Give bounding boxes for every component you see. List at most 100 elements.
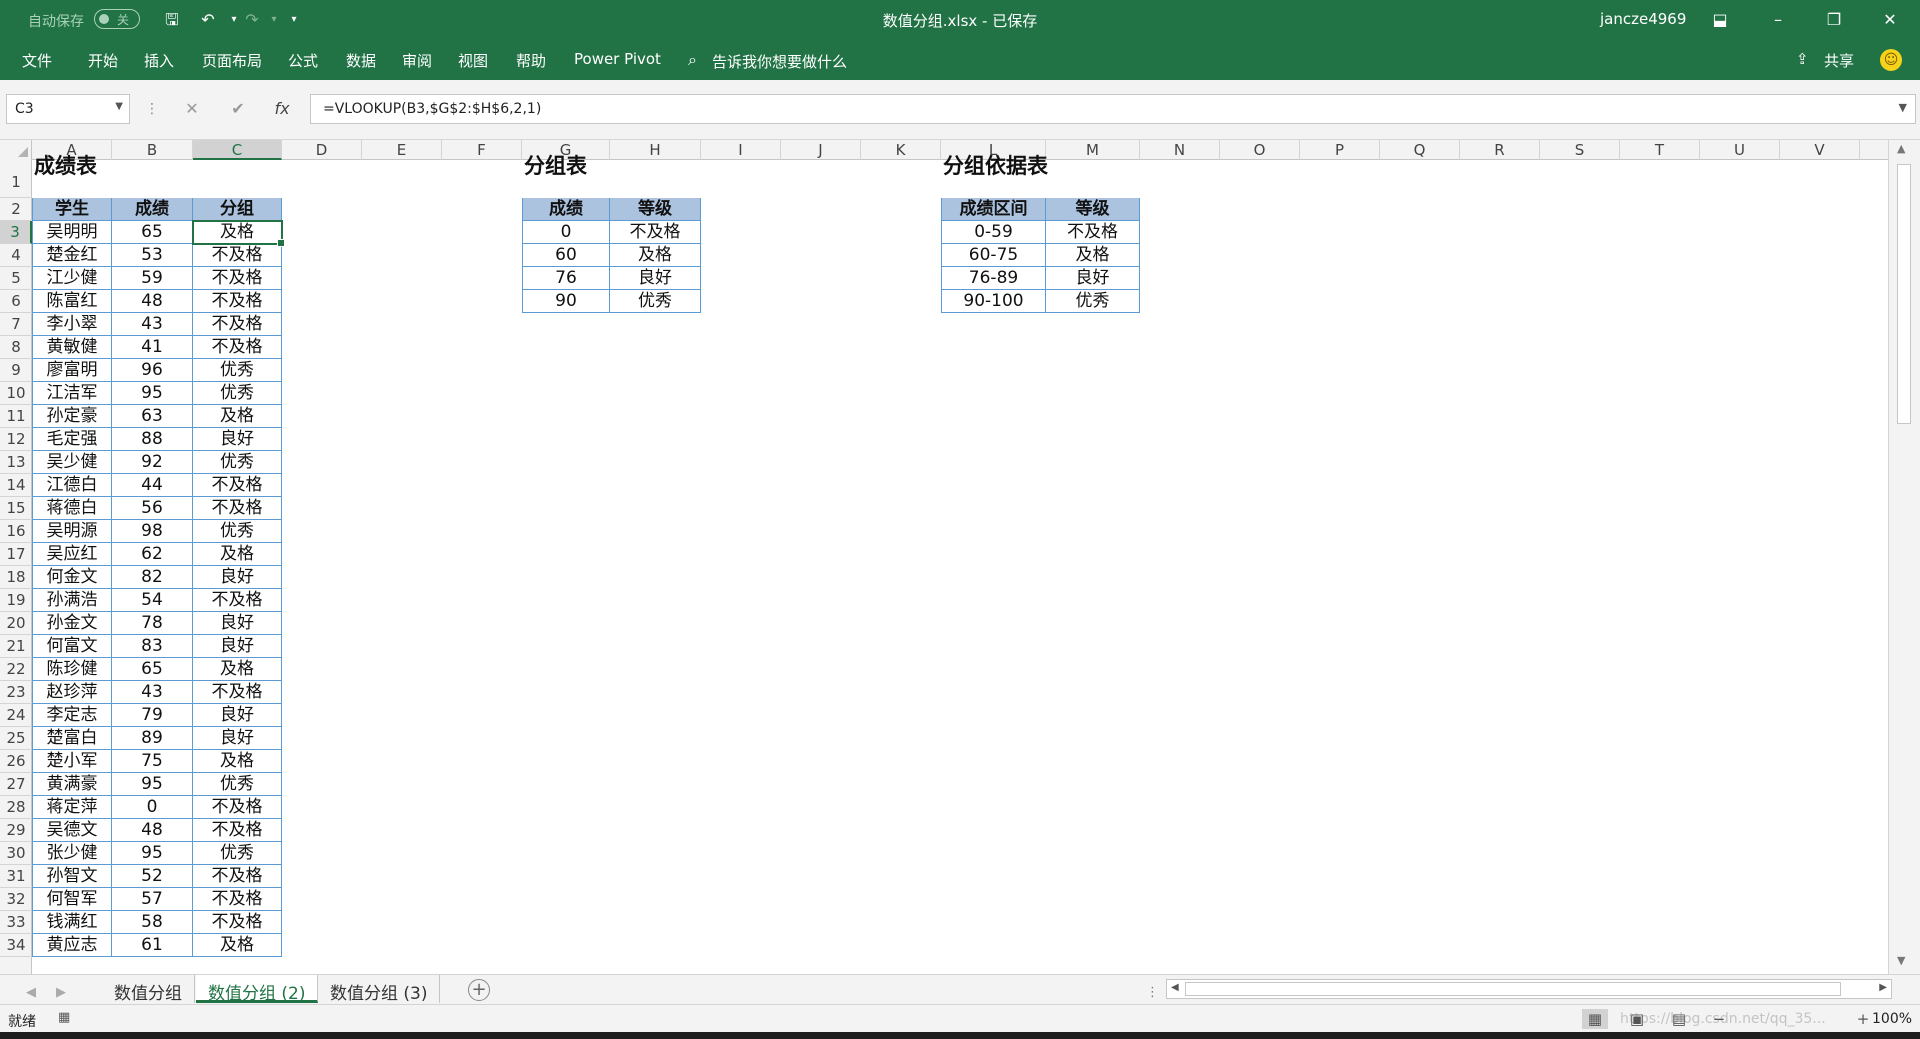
group-table-cell[interactable]: 优秀 bbox=[610, 290, 701, 313]
scores-table-cell[interactable]: 95 bbox=[112, 773, 193, 796]
insert-function-icon[interactable]: fx bbox=[264, 94, 300, 124]
scores-table-cell[interactable]: 赵珍萍 bbox=[32, 681, 112, 704]
scores-table-cell[interactable]: 48 bbox=[112, 290, 193, 313]
column-header-v[interactable]: V bbox=[1780, 140, 1860, 160]
scores-table-cell[interactable]: 不及格 bbox=[193, 290, 282, 313]
scores-table-cell[interactable]: 孙满浩 bbox=[32, 589, 112, 612]
scores-header-cell[interactable]: 学生 bbox=[32, 198, 112, 221]
basis-table-cell[interactable]: 76-89 bbox=[941, 267, 1046, 290]
user-name[interactable]: jancze4969 bbox=[1600, 10, 1686, 28]
scores-table-cell[interactable]: 蒋定萍 bbox=[32, 796, 112, 819]
row-header-10[interactable]: 10 bbox=[0, 382, 32, 405]
scroll-left-icon[interactable]: ◀ bbox=[1171, 982, 1179, 993]
row-header-33[interactable]: 33 bbox=[0, 911, 32, 934]
column-header-m[interactable]: M bbox=[1046, 140, 1140, 160]
tab-splitter-icon[interactable]: ⋮ bbox=[1146, 985, 1159, 1000]
group-table-cell[interactable]: 76 bbox=[522, 267, 610, 290]
row-header-31[interactable]: 31 bbox=[0, 865, 32, 888]
row-header-32[interactable]: 32 bbox=[0, 888, 32, 911]
scores-table-cell[interactable]: 黄应志 bbox=[32, 934, 112, 957]
scores-table-cell[interactable]: 毛定强 bbox=[32, 428, 112, 451]
group-table-cell[interactable]: 不及格 bbox=[610, 221, 701, 244]
column-header-b[interactable]: B bbox=[112, 140, 193, 160]
more-options-icon[interactable]: ⋮ bbox=[134, 94, 170, 124]
column-header-p[interactable]: P bbox=[1300, 140, 1380, 160]
scores-table-cell[interactable]: 吴应红 bbox=[32, 543, 112, 566]
feedback-smiley-icon[interactable]: ☺ bbox=[1880, 49, 1902, 71]
worksheet-grid[interactable]: ABCDEFGHIJKLMNOPQRSTUV 1 2 3 4 5 6 7 8 9 10 11 12 13… bbox=[0, 140, 1920, 974]
group-table-cell[interactable]: 0 bbox=[522, 221, 610, 244]
basis-header-cell[interactable]: 成绩区间 bbox=[941, 198, 1046, 221]
scores-table-cell[interactable]: 何智军 bbox=[32, 888, 112, 911]
column-header-n[interactable]: N bbox=[1140, 140, 1220, 160]
scores-table-cell[interactable]: 楚金红 bbox=[32, 244, 112, 267]
column-header-k[interactable]: K bbox=[861, 140, 941, 160]
row-header-26[interactable]: 26 bbox=[0, 750, 32, 773]
scores-table-cell[interactable]: 优秀 bbox=[193, 773, 282, 796]
column-header-t[interactable]: T bbox=[1620, 140, 1700, 160]
scores-table-cell[interactable]: 不及格 bbox=[193, 911, 282, 934]
scores-table-title[interactable]: 成绩表 bbox=[34, 150, 97, 180]
scores-table-cell[interactable]: 48 bbox=[112, 819, 193, 842]
tab-power-pivot[interactable]: Power Pivot bbox=[574, 50, 661, 68]
scores-table-cell[interactable]: 不及格 bbox=[193, 474, 282, 497]
sheet-tab-2[interactable]: 数值分组 (2) bbox=[196, 975, 319, 1004]
cancel-icon[interactable]: ✕ bbox=[174, 94, 210, 124]
group-table-cell[interactable]: 良好 bbox=[610, 267, 701, 290]
scores-table-cell[interactable]: 56 bbox=[112, 497, 193, 520]
prev-sheet-icon[interactable]: ◀ bbox=[26, 985, 36, 1000]
share-button[interactable]: 共享 bbox=[1824, 50, 1854, 71]
scores-table-cell[interactable]: 及格 bbox=[193, 405, 282, 428]
sheet-tab-3[interactable]: 数值分组 (3) bbox=[318, 975, 441, 1004]
scores-table-cell[interactable]: 优秀 bbox=[193, 451, 282, 474]
zoom-in-icon[interactable]: + bbox=[1850, 1009, 1876, 1029]
scores-table-cell[interactable]: 何金文 bbox=[32, 566, 112, 589]
row-header-19[interactable]: 19 bbox=[0, 589, 32, 612]
group-table-cell[interactable]: 及格 bbox=[610, 244, 701, 267]
group-table-cell[interactable]: 60 bbox=[522, 244, 610, 267]
close-icon[interactable]: ✕ bbox=[1868, 4, 1912, 36]
row-header-29[interactable]: 29 bbox=[0, 819, 32, 842]
scores-table-cell[interactable]: 良好 bbox=[193, 566, 282, 589]
scores-table-cell[interactable]: 41 bbox=[112, 336, 193, 359]
column-header-h[interactable]: H bbox=[610, 140, 701, 160]
column-header-j[interactable]: J bbox=[781, 140, 861, 160]
horizontal-scrollbar[interactable]: ◀ ▶ bbox=[1166, 979, 1892, 999]
scores-table-cell[interactable]: 不及格 bbox=[193, 313, 282, 336]
row-header-13[interactable]: 13 bbox=[0, 451, 32, 474]
row-header-23[interactable]: 23 bbox=[0, 681, 32, 704]
scores-table-cell[interactable]: 良好 bbox=[193, 612, 282, 635]
ribbon-display-icon[interactable]: ⬓ bbox=[1698, 4, 1742, 36]
expand-formula-icon[interactable]: ▼ bbox=[1899, 101, 1907, 114]
scores-table-cell[interactable]: 不及格 bbox=[193, 865, 282, 888]
scores-table-cell[interactable]: 不及格 bbox=[193, 336, 282, 359]
scores-table-cell[interactable]: 优秀 bbox=[193, 520, 282, 543]
scroll-down-icon[interactable]: ▼ bbox=[1897, 954, 1905, 967]
scores-table-cell[interactable]: 92 bbox=[112, 451, 193, 474]
scores-table-cell[interactable]: 82 bbox=[112, 566, 193, 589]
scores-table-cell[interactable]: 88 bbox=[112, 428, 193, 451]
scores-table-cell[interactable]: 黄满豪 bbox=[32, 773, 112, 796]
scores-table-cell[interactable]: 不及格 bbox=[193, 589, 282, 612]
tab-insert[interactable]: 插入 bbox=[144, 50, 174, 71]
row-header-11[interactable]: 11 bbox=[0, 405, 32, 428]
scores-table-cell[interactable]: 不及格 bbox=[193, 796, 282, 819]
row-header-28[interactable]: 28 bbox=[0, 796, 32, 819]
scores-table-cell[interactable]: 楚小军 bbox=[32, 750, 112, 773]
scores-table-cell[interactable]: 75 bbox=[112, 750, 193, 773]
column-header-e[interactable]: E bbox=[362, 140, 442, 160]
basis-table-cell[interactable]: 不及格 bbox=[1046, 221, 1140, 244]
scores-table-cell[interactable]: 57 bbox=[112, 888, 193, 911]
scores-table-cell[interactable]: 44 bbox=[112, 474, 193, 497]
scores-table-cell[interactable]: 良好 bbox=[193, 428, 282, 451]
scores-table-cell[interactable]: 孙金文 bbox=[32, 612, 112, 635]
column-header-f[interactable]: F bbox=[442, 140, 522, 160]
group-table-title[interactable]: 分组表 bbox=[524, 150, 587, 180]
scores-table-cell[interactable]: 蒋德白 bbox=[32, 497, 112, 520]
tab-review[interactable]: 审阅 bbox=[402, 50, 432, 71]
scores-table-cell[interactable]: 李定志 bbox=[32, 704, 112, 727]
row-header-20[interactable]: 20 bbox=[0, 612, 32, 635]
active-cell-selection[interactable] bbox=[192, 220, 285, 247]
scores-table-cell[interactable]: 江洁军 bbox=[32, 382, 112, 405]
tab-home[interactable]: 开始 bbox=[88, 50, 118, 71]
